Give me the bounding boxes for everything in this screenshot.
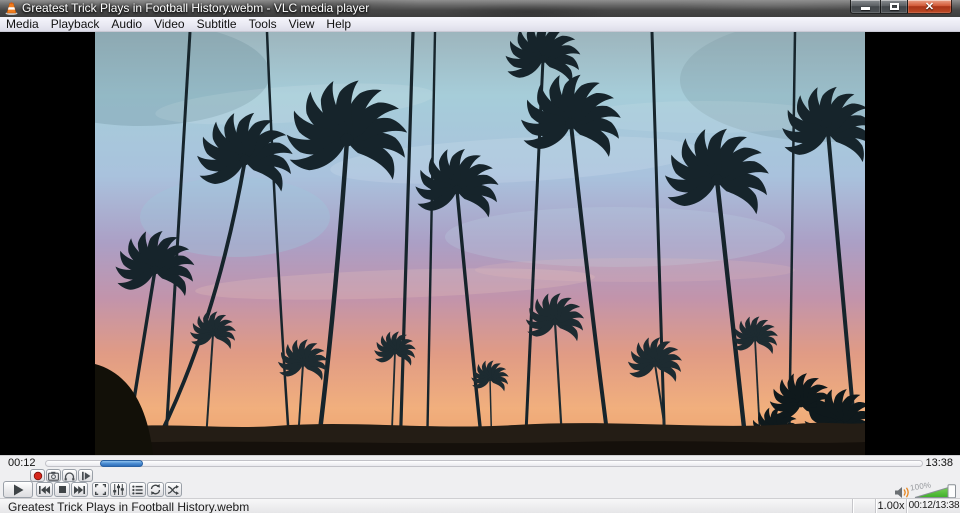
time-total: 13:38 — [925, 457, 953, 469]
volume-slider[interactable] — [914, 484, 958, 499]
play-icon — [13, 484, 24, 496]
previous-icon — [39, 486, 50, 494]
close-icon: ✕ — [925, 1, 934, 13]
menu-playback[interactable]: Playback — [45, 18, 106, 31]
video-frame-palm-sunset[interactable] — [95, 32, 865, 455]
loop-a-to-b-button[interactable] — [62, 469, 77, 482]
play-button[interactable] — [3, 481, 33, 498]
playlist-icon — [132, 485, 143, 495]
loop-a-b-icon — [64, 471, 75, 481]
control-panel: 00:12 13:38 — [0, 455, 960, 498]
loop-icon — [150, 484, 161, 495]
stop-button[interactable] — [54, 482, 70, 497]
menu-subtitle[interactable]: Subtitle — [191, 18, 243, 31]
previous-button[interactable] — [36, 482, 53, 497]
record-button[interactable] — [30, 469, 45, 482]
shuffle-icon — [168, 485, 179, 495]
snapshot-button[interactable] — [46, 469, 61, 482]
seek-handle[interactable] — [100, 460, 143, 467]
next-button[interactable] — [71, 482, 88, 497]
window-controls: ✕ — [850, 0, 952, 14]
seek-bar[interactable] — [45, 460, 923, 467]
maximize-button[interactable] — [880, 0, 908, 14]
random-button[interactable] — [165, 482, 182, 497]
time-elapsed: 00:12 — [8, 457, 36, 469]
frame-step-icon — [81, 471, 91, 481]
vlc-window: Greatest Trick Plays in Football History… — [0, 0, 960, 513]
volume-handle[interactable] — [948, 485, 956, 498]
title-bar[interactable]: Greatest Trick Plays in Football History… — [0, 0, 960, 17]
window-title: Greatest Trick Plays in Football History… — [22, 1, 369, 15]
video-area[interactable] — [0, 32, 960, 455]
vlc-cone-icon — [5, 2, 18, 15]
menu-view[interactable]: View — [283, 18, 321, 31]
menu-audio[interactable]: Audio — [105, 18, 148, 31]
fullscreen-button[interactable] — [92, 482, 109, 497]
menu-video[interactable]: Video — [148, 18, 190, 31]
camera-icon — [48, 471, 59, 481]
minimize-button[interactable] — [850, 0, 880, 14]
close-button[interactable]: ✕ — [908, 0, 952, 14]
status-bar: Greatest Trick Plays in Football History… — [0, 498, 960, 513]
record-icon — [33, 471, 43, 481]
fullscreen-icon — [95, 484, 106, 495]
menu-bar: Media Playback Audio Video Subtitle Tool… — [0, 17, 960, 32]
playlist-button[interactable] — [129, 482, 146, 497]
menu-tools[interactable]: Tools — [243, 18, 283, 31]
playback-speed[interactable]: 1.00x — [875, 499, 906, 513]
status-time-display[interactable]: 00:12/13:38 — [906, 499, 960, 513]
maximize-icon — [890, 3, 899, 10]
loop-button[interactable] — [147, 482, 164, 497]
menu-help[interactable]: Help — [320, 18, 357, 31]
status-filename: Greatest Trick Plays in Football History… — [8, 500, 249, 513]
equalizer-sliders-icon — [113, 484, 124, 495]
status-spacer-cell — [852, 499, 875, 513]
menu-media[interactable]: Media — [0, 18, 45, 31]
extended-settings-button[interactable] — [110, 482, 127, 497]
minimize-icon — [861, 7, 870, 10]
next-icon — [74, 486, 85, 494]
frame-by-frame-button[interactable] — [78, 469, 93, 482]
stop-icon — [59, 486, 66, 493]
